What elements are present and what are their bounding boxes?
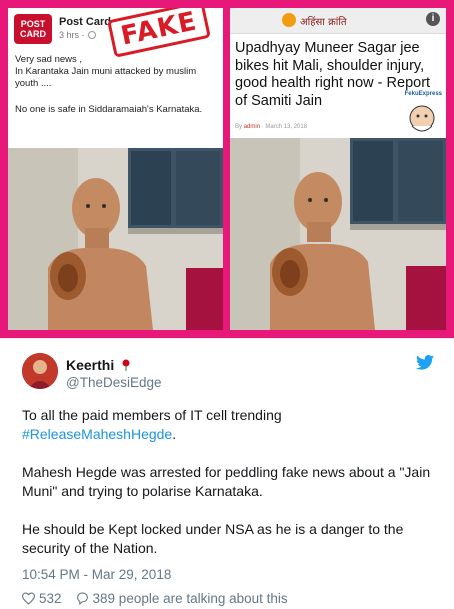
tweet-text: To all the paid members of IT cell trend… xyxy=(22,406,432,577)
rose-icon xyxy=(122,359,130,371)
conversation-count[interactable]: 389 people are talking about this xyxy=(93,591,288,606)
tweet-paragraph: To all the paid members of IT cell trend… xyxy=(22,406,432,444)
post-line: No one is safe in Siddaramaiah's Karnata… xyxy=(15,104,203,115)
post-time-text: 3 hrs · xyxy=(59,30,85,40)
byline-sep: · xyxy=(261,124,264,130)
site-emblem-icon xyxy=(282,13,296,27)
post-time: 3 hrs · xyxy=(59,30,96,40)
tweet-paragraph: He should be Kept locked under NSA as he… xyxy=(22,521,404,556)
fake-stamp: FAKE xyxy=(107,8,211,58)
byline-date: March 13, 2018 xyxy=(265,124,308,130)
avatar[interactable] xyxy=(22,353,58,389)
caricature-icon xyxy=(409,105,435,132)
user-handle[interactable]: @TheDesiEdge xyxy=(66,375,162,390)
globe-icon xyxy=(87,31,96,39)
comment-icon[interactable] xyxy=(76,592,89,605)
monk-photo xyxy=(8,148,223,330)
tweet-paragraph-text: To all the paid members of IT cell trend… xyxy=(22,407,282,423)
display-name[interactable]: Keerthi xyxy=(66,357,131,373)
postcard-logo: POST CARD xyxy=(14,14,52,44)
embedded-tweet: Keerthi @TheDesiEdge To all the paid mem… xyxy=(0,338,454,609)
display-name-text[interactable]: Keerthi xyxy=(66,357,114,373)
byline-prefix: By xyxy=(235,124,243,130)
site-title: अहिंसा क्रांति xyxy=(300,17,347,28)
like-count[interactable]: 532 xyxy=(39,591,62,606)
tweet-paragraph: Mahesh Hegde was arrested for peddling f… xyxy=(22,464,431,499)
site-header: अहिंसा क्रांति i xyxy=(230,8,446,34)
byline-author: admin xyxy=(243,124,261,130)
post-line: In Karantaka Jain muni attacked by musli… xyxy=(15,66,197,89)
article-screenshot: अहिंसा क्रांति i Upadhyay Muneer Sagar j… xyxy=(230,8,446,330)
post-author: Post Card xyxy=(59,16,111,28)
tweet-punct: . xyxy=(172,426,177,442)
info-icon[interactable]: i xyxy=(426,12,440,26)
post-text: Very sad news , In Karantaka Jain muni a… xyxy=(15,54,220,116)
article-byline: By admin · March 13, 2018 xyxy=(235,124,307,130)
heart-icon[interactable] xyxy=(22,592,35,605)
twitter-bird-icon[interactable] xyxy=(416,355,434,370)
image-collage: POST CARD Post Card 3 hrs · Very sad new… xyxy=(0,0,454,338)
hashtag-link[interactable]: #ReleaseMaheshHegde xyxy=(22,426,172,442)
facebook-post-header: POST CARD Post Card 3 hrs · Very sad new… xyxy=(8,8,223,148)
monk-photo xyxy=(230,138,446,330)
fake-post-screenshot: POST CARD Post Card 3 hrs · Very sad new… xyxy=(8,8,223,330)
tweet-timestamp[interactable]: 10:54 PM - Mar 29, 2018 xyxy=(22,567,171,582)
tweet-actions: 532 389 people are talking about this xyxy=(22,591,288,606)
